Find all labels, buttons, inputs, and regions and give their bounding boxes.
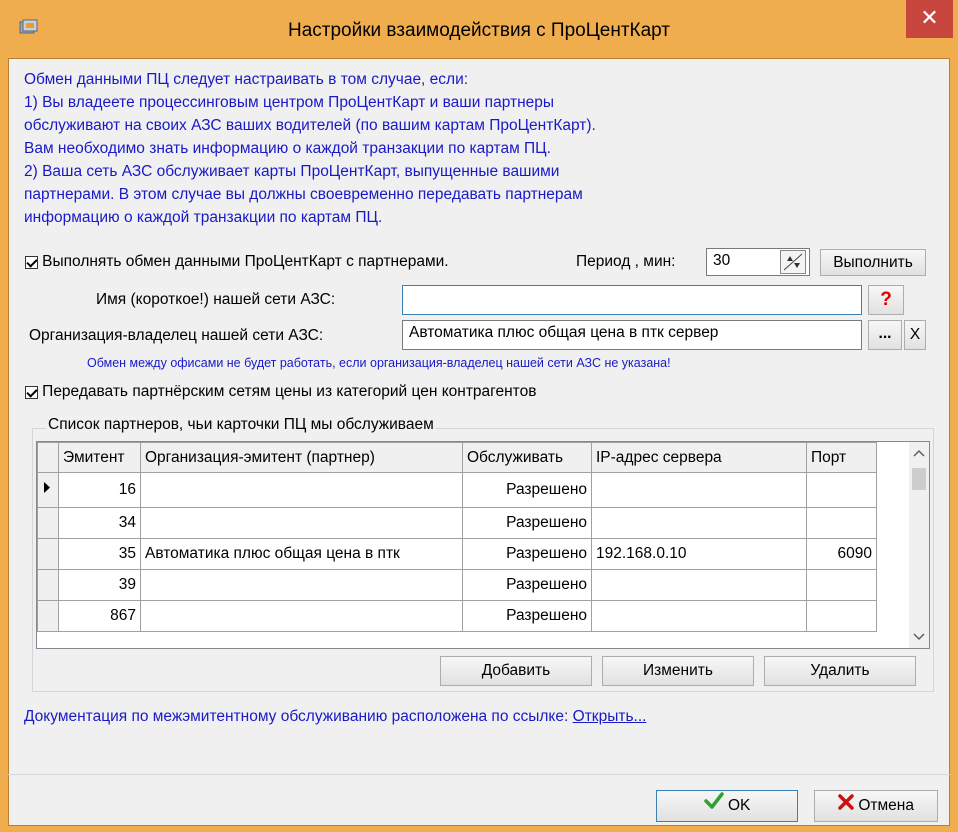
prices-checkbox[interactable] — [25, 385, 38, 399]
owner-org-browse-button[interactable]: ... — [868, 320, 902, 350]
dialog-window: Настройки взаимодействия с ПроЦентКарт ✕… — [0, 0, 958, 832]
prices-checkbox-row[interactable]: Передавать партнёрским сетям цены из кат… — [25, 383, 536, 401]
cell-ip[interactable] — [591, 472, 807, 508]
column-header-org[interactable]: Организация-эмитент (партнер) — [140, 442, 463, 473]
cell-port[interactable] — [806, 600, 877, 632]
cell-emitent[interactable]: 39 — [58, 569, 141, 601]
cell-emitent[interactable]: 16 — [58, 472, 141, 508]
cancel-label: Отмена — [858, 797, 914, 815]
column-header-serve[interactable]: Обслуживать — [462, 442, 592, 473]
cell-ip[interactable] — [591, 569, 807, 601]
scroll-up-icon[interactable] — [909, 446, 929, 460]
cell-serve[interactable]: Разрешено — [462, 472, 592, 508]
row-indicator — [37, 538, 59, 570]
cell-ip[interactable] — [591, 600, 807, 632]
period-spin-icon[interactable] — [780, 250, 806, 274]
owner-org-warning: Обмен между офисами не будет работать, е… — [87, 356, 671, 370]
exchange-checkbox-label: Выполнять обмен данными ПроЦентКарт с па… — [42, 253, 449, 270]
scroll-thumb[interactable] — [912, 468, 926, 490]
owner-org-value: Автоматика плюс общая цена в птк сервер — [409, 324, 719, 341]
delete-partner-button[interactable]: Удалить — [764, 656, 916, 686]
title-bar[interactable]: Настройки взаимодействия с ПроЦентКарт ✕ — [0, 0, 958, 58]
add-partner-button[interactable]: Добавить — [440, 656, 592, 686]
info-line: информацию о каждой транзакции по картам… — [24, 209, 383, 226]
owner-org-input[interactable]: Автоматика плюс общая цена в птк сервер — [402, 320, 862, 350]
exchange-checkbox[interactable] — [25, 255, 38, 269]
period-value: 30 — [713, 252, 731, 269]
info-line: партнерами. В этом случае вы должны свое… — [24, 186, 583, 203]
cell-emitent[interactable]: 34 — [58, 507, 141, 539]
info-line: 2) Ваша сеть АЗС обслуживает карты ПроЦе… — [24, 163, 560, 180]
cell-port[interactable]: 6090 — [806, 538, 877, 570]
period-label: Период , мин: — [576, 253, 676, 270]
cell-port[interactable] — [806, 569, 877, 601]
close-button[interactable]: ✕ — [906, 0, 953, 38]
edit-partner-button[interactable]: Изменить — [602, 656, 754, 686]
scroll-down-icon[interactable] — [909, 630, 929, 644]
cell-port[interactable] — [806, 472, 877, 508]
exchange-checkbox-row[interactable]: Выполнять обмен данными ПроЦентКарт с па… — [25, 253, 449, 271]
vertical-scrollbar[interactable] — [909, 442, 929, 648]
network-name-input[interactable] — [402, 285, 862, 315]
row-indicator — [37, 600, 59, 632]
column-header-emitent[interactable]: Эмитент — [58, 442, 141, 473]
table-row[interactable]: 867 Разрешено — [37, 600, 877, 632]
cell-emitent[interactable]: 35 — [58, 538, 141, 570]
cell-org[interactable]: Автоматика плюс общая цена в птк — [140, 538, 463, 570]
row-indicator — [37, 507, 59, 539]
cell-serve[interactable]: Разрешено — [462, 600, 592, 632]
ok-button[interactable]: OK — [656, 790, 798, 822]
docs-line: Документация по межэмитентному обслужива… — [24, 708, 646, 726]
help-button[interactable]: ? — [868, 285, 904, 315]
cell-ip[interactable]: 192.168.0.10 — [591, 538, 807, 570]
row-indicator — [37, 569, 59, 601]
cell-ip[interactable] — [591, 507, 807, 539]
partners-group-title: Список партнеров, чьи карточки ПЦ мы обс… — [46, 416, 436, 434]
owner-org-clear-button[interactable]: X — [904, 320, 926, 350]
table-row[interactable]: 39 Разрешено — [37, 569, 877, 601]
owner-org-label: Организация-владелец нашей сети АЗС: — [29, 327, 324, 344]
table-header-row: Эмитент Организация-эмитент (партнер) Об… — [37, 442, 877, 473]
column-header-port[interactable]: Порт — [806, 442, 877, 473]
info-text: Обмен данными ПЦ следует настраивать в т… — [24, 68, 596, 229]
cancel-x-icon — [838, 791, 854, 821]
footer-divider — [8, 774, 950, 775]
prices-checkbox-label: Передавать партнёрским сетям цены из кат… — [42, 383, 537, 400]
cell-serve[interactable]: Разрешено — [462, 507, 592, 539]
table-row[interactable]: 34 Разрешено — [37, 507, 877, 539]
info-line: Вам необходимо знать информацию о каждой… — [24, 140, 551, 157]
header-indicator — [37, 442, 59, 473]
cell-port[interactable] — [806, 507, 877, 539]
docs-open-link[interactable]: Открыть... — [573, 708, 647, 725]
cell-serve[interactable]: Разрешено — [462, 538, 592, 570]
cell-org[interactable] — [140, 569, 463, 601]
window-title: Настройки взаимодействия с ПроЦентКарт — [287, 20, 671, 41]
cell-org[interactable] — [140, 472, 463, 508]
docs-text: Документация по межэмитентному обслужива… — [24, 708, 569, 725]
table-row[interactable]: 16 Разрешено — [37, 472, 877, 508]
cell-org[interactable] — [140, 600, 463, 632]
table-row[interactable]: 35 Автоматика плюс общая цена в птк Разр… — [37, 538, 877, 570]
checkmark-icon — [703, 791, 724, 821]
cell-org[interactable] — [140, 507, 463, 539]
network-name-label: Имя (короткое!) нашей сети АЗС: — [96, 291, 336, 308]
partners-grid: Эмитент Организация-эмитент (партнер) Об… — [37, 442, 877, 632]
column-header-ip[interactable]: IP-адрес сервера — [591, 442, 807, 473]
cell-emitent[interactable]: 867 — [58, 600, 141, 632]
cell-serve[interactable]: Разрешено — [462, 569, 592, 601]
run-button[interactable]: Выполнить — [820, 249, 926, 276]
current-row-indicator-icon — [37, 472, 59, 508]
cancel-button[interactable]: Отмена — [814, 790, 938, 822]
partners-table[interactable]: Эмитент Организация-эмитент (партнер) Об… — [36, 441, 930, 649]
ok-label: OK — [727, 797, 751, 815]
info-line: обслуживают на своих АЗС ваших водителей… — [24, 117, 596, 134]
info-line: 1) Вы владеете процессинговым центром Пр… — [24, 94, 555, 111]
info-line: Обмен данными ПЦ следует настраивать в т… — [24, 71, 469, 88]
